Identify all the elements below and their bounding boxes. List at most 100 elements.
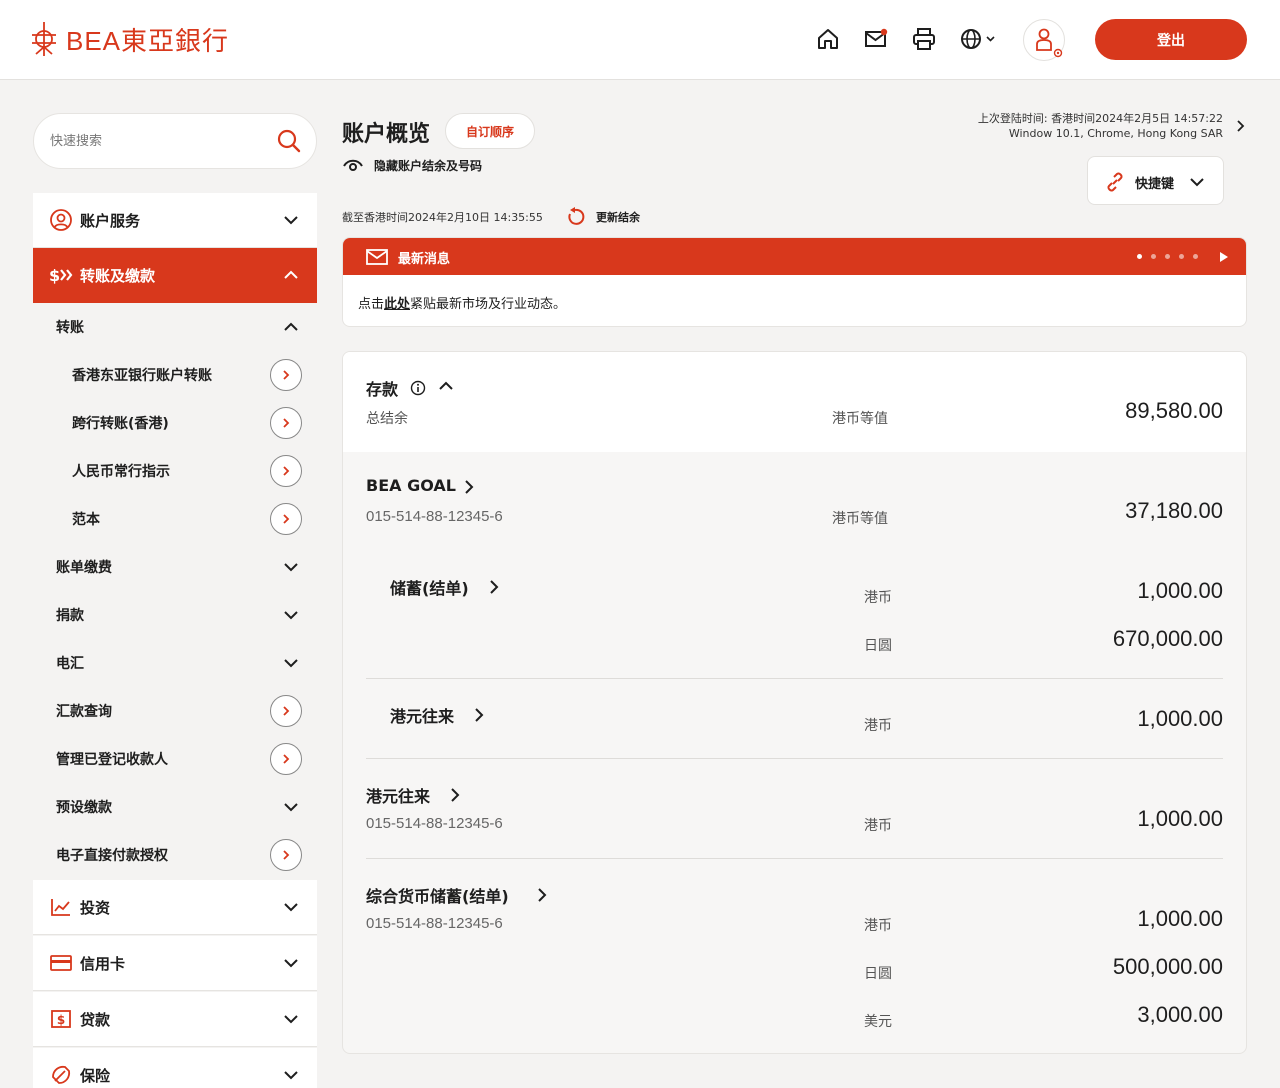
divider: [366, 858, 1223, 859]
account-name[interactable]: BEA GOAL: [366, 476, 456, 495]
chevron-down-icon: [284, 611, 298, 620]
submenu-label: 范本: [72, 512, 100, 528]
arrow-button[interactable]: [270, 695, 302, 727]
chevron-up-icon[interactable]: [438, 378, 454, 394]
nav-credit-card[interactable]: 信用卡: [33, 936, 317, 991]
search-icon[interactable]: [276, 128, 302, 154]
submenu-remittance-query[interactable]: 汇款查询: [33, 687, 317, 735]
chevron-right-icon: [283, 754, 290, 764]
latest-news-panel: 最新消息 点击此处紧贴最新市场及行业动态。: [342, 237, 1247, 327]
play-icon[interactable]: [1219, 251, 1229, 263]
chevron-right-icon[interactable]: [1233, 119, 1247, 133]
shortcut-dropdown[interactable]: 快捷键: [1087, 156, 1224, 205]
news-link[interactable]: 此处: [384, 297, 410, 312]
deposits-card: 存款 总结余 港币等值 89,580.00 BEA GOAL 015-514-8…: [342, 351, 1247, 1054]
chevron-right-icon[interactable]: [534, 887, 550, 903]
chevron-down-icon: [284, 1015, 298, 1024]
mail-icon: [366, 249, 388, 265]
account-name[interactable]: 综合货币储蓄(结单): [366, 883, 509, 907]
line-amount: 3,000.00: [1137, 1002, 1223, 1027]
account-name[interactable]: 港元往来: [366, 783, 430, 807]
eye-icon: [343, 159, 363, 171]
nav-label: 投资: [80, 898, 111, 917]
quick-search-input[interactable]: [50, 131, 250, 151]
nav-investment[interactable]: 投资: [33, 880, 317, 935]
user-gear-icon: [1036, 28, 1063, 58]
arrow-button[interactable]: [270, 503, 302, 535]
chevron-down-icon: [284, 803, 298, 812]
hide-balances-toggle[interactable]: 隐藏账户结余及号码: [342, 155, 482, 175]
arrow-button[interactable]: [270, 839, 302, 871]
line-currency: 日圆: [864, 966, 892, 982]
chevron-right-icon[interactable]: [461, 479, 477, 495]
print-icon[interactable]: [911, 26, 937, 52]
submenu-edda[interactable]: 电子直接付款授权: [33, 831, 317, 879]
carousel-dot[interactable]: [1137, 254, 1142, 259]
total-balance-label: 总结余: [366, 411, 408, 427]
arrow-button[interactable]: [270, 743, 302, 775]
home-icon[interactable]: [815, 26, 841, 52]
submenu-donation[interactable]: 捐款: [33, 591, 317, 639]
divider: [366, 758, 1223, 759]
last-login-time: 上次登陆时间: 香港时间2024年2月5日 14:57:22: [977, 112, 1223, 125]
news-header: 最新消息: [343, 238, 1246, 275]
mail-icon[interactable]: [863, 26, 889, 52]
bea-logo[interactable]: BEA東亞銀行: [30, 20, 229, 58]
submenu-label: 汇款查询: [56, 704, 112, 720]
line-amount: 1,000.00: [1137, 578, 1223, 603]
chevron-right-icon[interactable]: [447, 787, 463, 803]
nav-loans[interactable]: $ 贷款: [33, 992, 317, 1047]
news-suffix: 紧贴最新市场及行业动态。: [410, 297, 567, 312]
chevron-right-icon[interactable]: [471, 707, 487, 723]
link-icon: [1107, 172, 1123, 192]
line-amount: 500,000.00: [1112, 954, 1223, 979]
carousel-dots[interactable]: [1137, 254, 1198, 259]
submenu-interbank-transfer[interactable]: 跨行转账(香港): [33, 399, 317, 447]
refresh-icon[interactable]: [564, 206, 586, 228]
line-amount: 1,000.00: [1137, 706, 1223, 731]
deposits-header: [343, 352, 1246, 452]
nav-label: 信用卡: [80, 954, 126, 973]
arrow-button[interactable]: [270, 359, 302, 391]
submenu-wire[interactable]: 电汇: [33, 639, 317, 687]
submenu-label: 人民币常行指示: [72, 464, 170, 480]
profile-settings-button[interactable]: [1023, 19, 1065, 61]
submenu-bea-transfer[interactable]: 香港东亚银行账户转账: [33, 351, 317, 399]
carousel-dot[interactable]: [1165, 254, 1170, 259]
hide-balances-label: 隐藏账户结余及号码: [374, 158, 483, 173]
sub-account-name[interactable]: 港元往来: [390, 703, 454, 727]
deposits-title[interactable]: 存款: [366, 376, 398, 400]
account-currency: 港币: [864, 818, 892, 834]
sub-account-name[interactable]: 储蓄(结单): [390, 575, 469, 599]
submenu-preset-payment[interactable]: 预设缴款: [33, 783, 317, 831]
chevron-down-icon: [284, 659, 298, 668]
chevron-down-icon: [284, 216, 298, 225]
language-globe-icon[interactable]: [959, 26, 999, 52]
custom-order-button[interactable]: 自订顺序: [445, 113, 535, 149]
chevron-right-icon[interactable]: [486, 579, 502, 595]
chevron-right-icon: [283, 514, 290, 524]
submenu-rmb-standing[interactable]: 人民币常行指示: [33, 447, 317, 495]
logout-button[interactable]: 登出: [1095, 19, 1247, 60]
arrow-button[interactable]: [270, 455, 302, 487]
nav-account-services[interactable]: 账户服务: [33, 193, 317, 248]
top-header: BEA東亞銀行 登出: [0, 0, 1280, 80]
submenu-label: 管理已登记收款人: [56, 752, 168, 768]
nav-transfers-payments[interactable]: $ 转账及缴款: [33, 248, 317, 303]
arrow-button[interactable]: [270, 407, 302, 439]
nav-insurance[interactable]: 保险: [33, 1048, 317, 1088]
news-prefix: 点击: [358, 297, 385, 312]
submenu-templates[interactable]: 范本: [33, 495, 317, 543]
carousel-dot[interactable]: [1193, 254, 1198, 259]
submenu-manage-payees[interactable]: 管理已登记收款人: [33, 735, 317, 783]
info-icon[interactable]: [410, 380, 426, 396]
submenu-transfer[interactable]: 转账: [33, 303, 317, 351]
refresh-balance-button[interactable]: 更新结余: [596, 209, 640, 225]
carousel-dot[interactable]: [1179, 254, 1184, 259]
submenu-label: 账单缴费: [56, 560, 112, 576]
carousel-dot[interactable]: [1151, 254, 1156, 259]
chevron-down-icon: [284, 563, 298, 572]
chevron-down-icon: [284, 959, 298, 968]
account-number: 015-514-88-12345-6: [366, 508, 503, 525]
submenu-bill-payment[interactable]: 账单缴费: [33, 543, 317, 591]
